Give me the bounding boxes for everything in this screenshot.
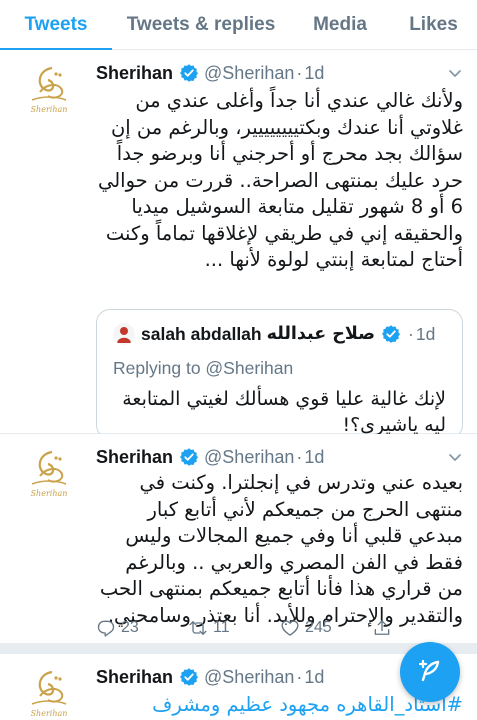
- share-button[interactable]: [372, 616, 392, 640]
- quoted-author-name-latin: salah abdallah: [141, 323, 262, 344]
- chevron-down-icon[interactable]: [447, 65, 463, 81]
- profile-tabs: Tweets Tweets & replies Media Likes: [0, 0, 477, 51]
- tweet-actions: 23 11 245: [96, 616, 463, 640]
- verified-badge-icon: [180, 448, 199, 466]
- quoted-tweet-header: salah abdallah صلاح عبدالله · 1d: [113, 322, 450, 346]
- heart-icon: [281, 620, 299, 636]
- tweet-time[interactable]: 1d: [304, 667, 324, 688]
- quoted-author-name-arabic: صلاح عبدالله: [266, 324, 376, 344]
- verified-badge-icon: [180, 668, 199, 686]
- quoted-avatar: [113, 323, 135, 345]
- sherihan-logo-icon: Sherihan: [31, 450, 68, 498]
- author-handle[interactable]: @Sherihan: [204, 667, 294, 688]
- avatar[interactable]: Sherihan: [18, 664, 80, 720]
- tweet-text: بعيده عني وتدرس في إنجلترا. وكنت في منته…: [99, 471, 463, 627]
- retweet-icon: [189, 621, 207, 635]
- separator: ·: [296, 446, 303, 467]
- separator: ·: [408, 323, 414, 344]
- author-handle[interactable]: @Sherihan: [204, 447, 294, 468]
- tweet-time[interactable]: 1d: [304, 63, 324, 84]
- author-name[interactable]: Sherihan: [96, 447, 173, 468]
- tweet-time[interactable]: 1d: [304, 447, 324, 468]
- reply-count: 23: [121, 619, 139, 636]
- avatar[interactable]: Sherihan: [18, 444, 80, 506]
- tweet[interactable]: Sherihan Sherihan @Sherihan · 1d ولأنك غ…: [0, 50, 477, 468]
- tweet-header: Sherihan @Sherihan · 1d: [96, 62, 463, 84]
- quoted-tweet-time: 1d: [415, 323, 436, 344]
- separator: ·: [296, 62, 303, 83]
- author-name[interactable]: Sherihan: [96, 63, 173, 84]
- retweet-count: 11: [213, 619, 230, 636]
- svg-text:Sherihan: Sherihan: [31, 489, 68, 498]
- author-name[interactable]: Sherihan: [96, 667, 173, 688]
- sherihan-logo-icon: Sherihan: [31, 66, 68, 114]
- quoted-tweet-text: لإنك غالية عليا قوي هسألك لغيتي المتابعة…: [122, 388, 446, 436]
- separator: ·: [296, 666, 303, 687]
- tweet-text: #استاد_القاهره مجهود عظيم ومشرف: [152, 693, 463, 716]
- verified-badge-icon: [180, 64, 199, 82]
- quoted-tweet[interactable]: salah abdallah صلاح عبدالله · 1d Replyin…: [96, 309, 463, 439]
- compose-tweet-button[interactable]: [400, 642, 460, 702]
- svg-text:Sherihan: Sherihan: [31, 105, 68, 114]
- reply-button[interactable]: 23: [96, 616, 188, 640]
- retweet-button[interactable]: 11: [188, 616, 280, 640]
- tweet-text: ولأنك غالي عندي أنا جداً وأغلى عندي من غ…: [97, 89, 463, 271]
- reply-icon: [97, 620, 115, 637]
- like-count: 245: [305, 619, 332, 636]
- verified-badge-icon: [382, 325, 401, 343]
- tab-media[interactable]: Media: [290, 0, 390, 50]
- svg-text:Sherihan: Sherihan: [31, 709, 68, 718]
- like-button[interactable]: 245: [280, 616, 372, 640]
- tab-tweets-and-replies[interactable]: Tweets & replies: [112, 0, 290, 50]
- sherihan-logo-icon: Sherihan: [31, 670, 68, 718]
- tweet-header: Sherihan @Sherihan · 1d: [96, 446, 463, 468]
- author-handle[interactable]: @Sherihan: [204, 63, 294, 84]
- tweet[interactable]: Sherihan Sherihan @Sherihan · 1d بعيده ع…: [0, 434, 477, 644]
- tab-likes[interactable]: Likes: [390, 0, 477, 50]
- share-icon: [374, 620, 390, 635]
- compose-tweet-icon: [418, 659, 440, 682]
- tab-tweets[interactable]: Tweets: [0, 0, 112, 51]
- replying-to: Replying to @Sherihan: [113, 358, 294, 378]
- chevron-down-icon[interactable]: [447, 449, 463, 465]
- avatar[interactable]: Sherihan: [18, 60, 80, 122]
